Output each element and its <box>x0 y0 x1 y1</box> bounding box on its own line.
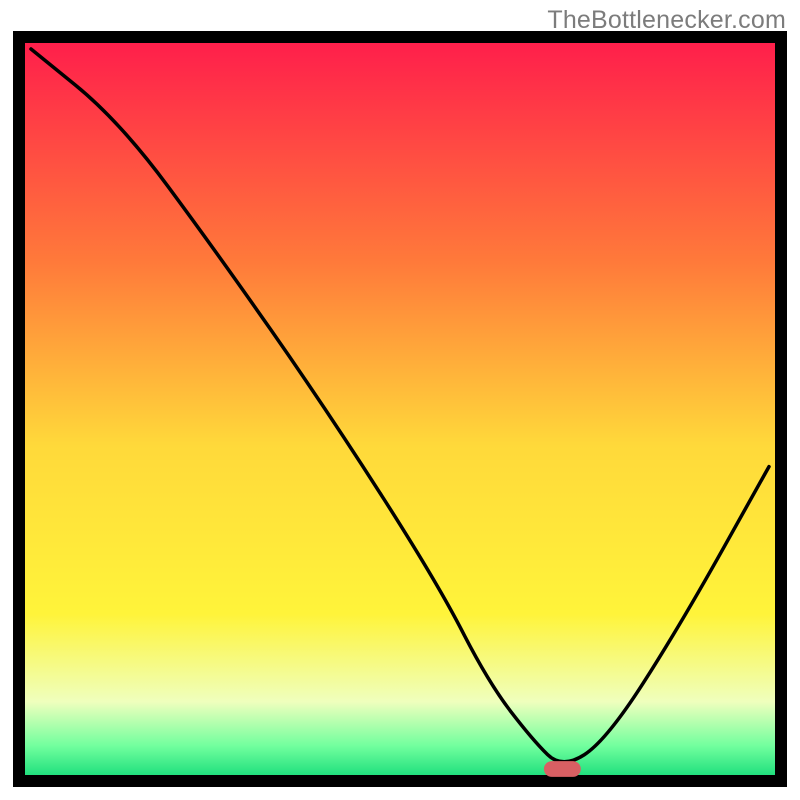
watermark-text: TheBottlenecker.com <box>547 6 786 35</box>
optimal-marker <box>544 761 581 777</box>
bottleneck-chart <box>0 0 800 800</box>
gradient-background <box>25 43 775 775</box>
chart-stage: TheBottlenecker.com <box>0 0 800 800</box>
